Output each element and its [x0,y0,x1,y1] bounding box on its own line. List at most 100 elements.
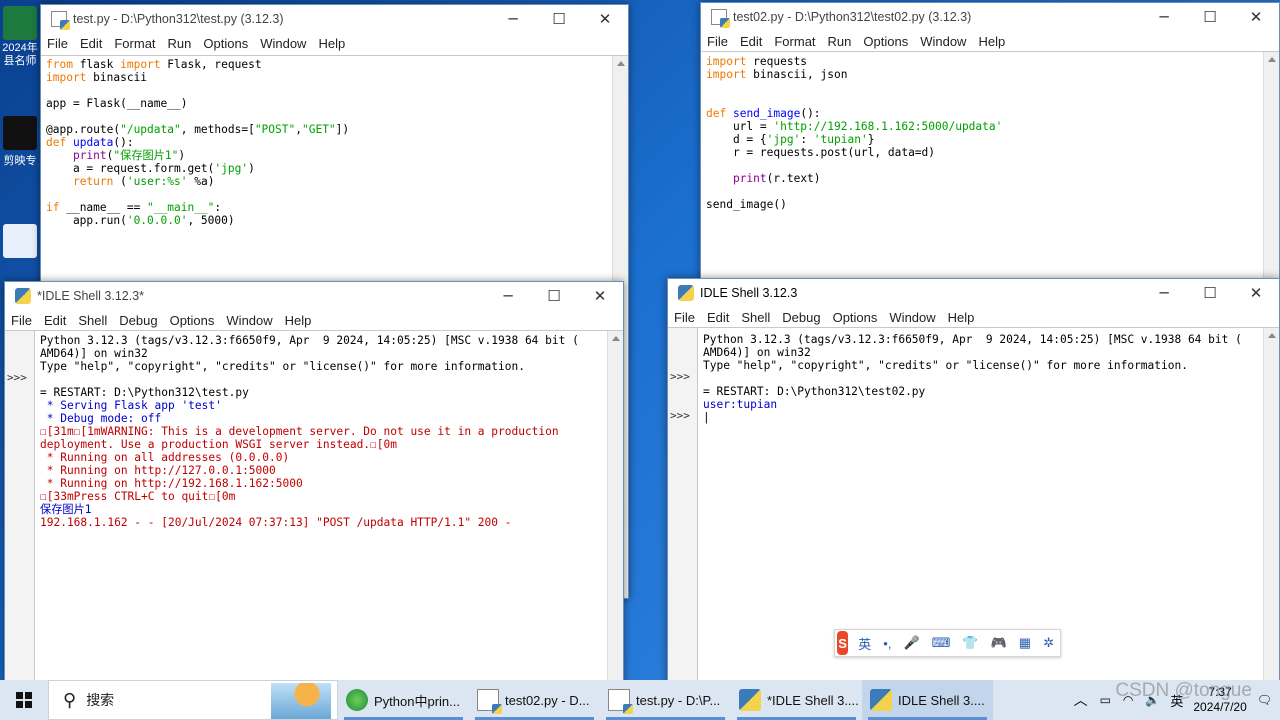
python-file-icon [711,9,730,28]
close-button[interactable]: ✕ [582,5,628,33]
shell-text[interactable]: Python 3.12.3 (tags/v3.12.3:f6650f9, Apr… [40,334,579,529]
taskbar-app-test[interactable]: test.py - D:\P... [600,680,731,720]
code-text[interactable]: import requests import binascii, json de… [701,52,1279,211]
shell-output[interactable]: >>> Python 3.12.3 (tags/v3.12.3:f6650f9,… [5,330,623,683]
title-bar[interactable]: IDLE Shell 3.12.3 ─ ☐ ✕ [668,279,1279,307]
menu-file[interactable]: File [707,34,728,49]
menu-debug[interactable]: Debug [782,310,820,325]
menu-options[interactable]: Options [863,34,908,49]
menu-shell[interactable]: Shell [741,310,770,325]
desktop-icon-app[interactable] [0,224,40,260]
notification-icon[interactable]: 🗨 [1257,693,1272,707]
menu-edit[interactable]: Edit [740,34,762,49]
vertical-scrollbar[interactable] [607,331,623,683]
battery-icon[interactable]: ▭ [1100,693,1111,707]
watermark: CSDN @tongue [1115,680,1252,701]
taskbar: ⚲ 搜索 Python中prin... test02.py - D... tes… [0,680,1280,720]
menu-edit[interactable]: Edit [707,310,729,325]
capcut-icon [3,116,37,150]
python-file-icon [477,689,502,714]
maximize-button[interactable]: ☐ [1187,3,1233,31]
title-bar[interactable]: test02.py - D:\Python312\test02.py (3.12… [701,3,1279,31]
menu-help[interactable]: Help [285,313,312,328]
taskbar-app-test02[interactable]: test02.py - D... [469,680,600,720]
python-idle-icon [739,689,761,711]
menu-window[interactable]: Window [260,36,306,51]
taskbar-app-label: test.py - D:\P... [636,692,721,708]
search-highlight-icon [271,683,331,719]
code-editor[interactable]: import requests import binascii, json de… [701,51,1279,301]
chevron-up-icon[interactable]: ︿ [1074,690,1088,710]
vertical-scrollbar[interactable] [1263,328,1279,683]
menu-format[interactable]: Format [114,36,155,51]
skin-icon[interactable]: 👕 [962,635,978,651]
window-title: *IDLE Shell 3.12.3* [37,289,145,303]
menu-help[interactable]: Help [948,310,975,325]
menu-help[interactable]: Help [318,36,345,51]
idle-shell-window-2[interactable]: IDLE Shell 3.12.3 ─ ☐ ✕ File Edit Shell … [667,278,1280,684]
desktop-icon-excel[interactable]: 2024年 县名师 [0,6,40,68]
taskbar-app-idle-shell-1[interactable]: *IDLE Shell 3.... [731,680,862,720]
gamepad-icon[interactable]: 🎮 [991,635,1007,651]
menu-options[interactable]: Options [170,313,215,328]
search-box[interactable]: ⚲ 搜索 [48,680,338,720]
menu-file[interactable]: File [674,310,695,325]
desktop-icon-label: 剪映专 [3,155,37,167]
window-title: test02.py - D:\Python312\test02.py (3.12… [733,10,972,24]
desktop-icon-capcut[interactable]: 剪映专 [0,116,40,168]
menu-shell[interactable]: Shell [78,313,107,328]
menu-window[interactable]: Window [889,310,935,325]
python-idle-icon [15,288,31,304]
menu-bar: File Edit Shell Debug Options Window Hel… [668,307,1279,327]
clock[interactable]: 7:37 2024/7/20 CSDN @tongue [1115,681,1252,715]
taskbar-app-idle-shell-2[interactable]: IDLE Shell 3.... [862,680,993,720]
text-cursor: | [703,411,710,424]
ime-punct-toggle[interactable]: •, [883,636,891,651]
maximize-button[interactable]: ☐ [536,5,582,33]
desktop-icon-label: 2024年 县名师 [2,42,38,67]
taskbar-app-label: *IDLE Shell 3.... [767,692,859,708]
menu-format[interactable]: Format [774,34,815,49]
taskbar-app-edge[interactable]: Python中prin... [338,680,469,720]
idle-shell-window-1[interactable]: *IDLE Shell 3.12.3* ─ ☐ ✕ File Edit Shel… [4,281,624,684]
minimize-button[interactable]: ─ [485,282,531,310]
close-button[interactable]: ✕ [577,282,623,310]
settings-icon[interactable]: ✲ [1043,635,1054,651]
menu-run[interactable]: Run [168,36,192,51]
start-button[interactable] [0,680,48,720]
shell-text[interactable]: Python 3.12.3 (tags/v3.12.3:f6650f9, Apr… [703,333,1242,424]
editor-window-test02[interactable]: test02.py - D:\Python312\test02.py (3.12… [700,2,1280,302]
menu-options[interactable]: Options [203,36,248,51]
keyboard-icon[interactable]: ⌨ [932,635,951,651]
maximize-button[interactable]: ☐ [1187,279,1233,307]
windows-icon [16,692,32,708]
sogou-logo-icon: S [837,631,849,655]
minimize-button[interactable]: ─ [1141,279,1187,307]
apps-icon[interactable]: ▦ [1019,635,1031,651]
menu-window[interactable]: Window [226,313,272,328]
title-bar[interactable]: test.py - D:\Python312\test.py (3.12.3) … [41,5,628,33]
menu-window[interactable]: Window [920,34,966,49]
ime-mode-toggle[interactable]: 英 [858,634,871,653]
menu-file[interactable]: File [47,36,68,51]
vertical-scrollbar[interactable] [1263,52,1279,301]
python-idle-icon [870,689,892,711]
menu-debug[interactable]: Debug [119,313,157,328]
menu-edit[interactable]: Edit [44,313,66,328]
app-icon [3,224,37,258]
close-button[interactable]: ✕ [1233,3,1279,31]
menu-file[interactable]: File [11,313,32,328]
title-bar[interactable]: *IDLE Shell 3.12.3* ─ ☐ ✕ [5,282,623,310]
menu-run[interactable]: Run [828,34,852,49]
menu-help[interactable]: Help [978,34,1005,49]
system-tray: ︿ ▭ ◠ 🔈 英 7:37 2024/7/20 CSDN @tongue 🗨 [1068,680,1280,720]
menu-options[interactable]: Options [833,310,878,325]
minimize-button[interactable]: ─ [490,5,536,33]
close-button[interactable]: ✕ [1233,279,1279,307]
code-text[interactable]: from flask import Flask, request import … [41,56,628,227]
microphone-icon[interactable]: 🎤 [903,635,919,651]
menu-edit[interactable]: Edit [80,36,102,51]
maximize-button[interactable]: ☐ [531,282,577,310]
minimize-button[interactable]: ─ [1141,3,1187,31]
ime-toolbar[interactable]: S 英 •, 🎤 ⌨ 👕 🎮 ▦ ✲ [834,629,1061,657]
